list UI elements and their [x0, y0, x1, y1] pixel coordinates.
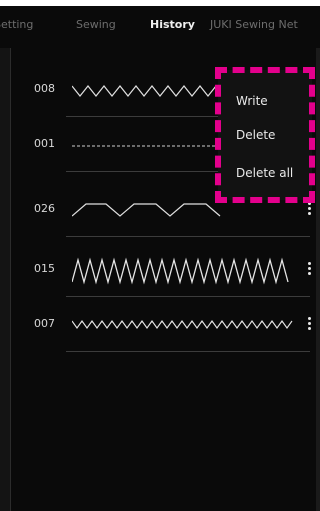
tab-history[interactable]: History: [150, 18, 195, 31]
history-row[interactable]: 015: [0, 250, 320, 297]
pattern-number: 026: [34, 202, 55, 215]
more-options-icon[interactable]: [306, 315, 312, 335]
pattern-number: 015: [34, 262, 55, 275]
menu-item-write[interactable]: Write: [236, 94, 268, 108]
dashed-line-icon: [72, 145, 222, 147]
row-divider: [66, 351, 310, 352]
pattern-number: 007: [34, 317, 55, 330]
menu-item-delete-all[interactable]: Delete all: [236, 166, 293, 180]
more-options-icon[interactable]: [306, 200, 312, 220]
tab-setting[interactable]: Setting: [0, 18, 33, 31]
history-row[interactable]: 007: [0, 305, 320, 352]
tab-juki-sewing-net[interactable]: JUKI Sewing Net: [210, 18, 298, 31]
tab-bar: Setting Sewing History JUKI Sewing Net: [0, 6, 320, 48]
row-divider: [66, 296, 310, 297]
fine-zigzag-icon: [72, 320, 293, 329]
menu-item-delete[interactable]: Delete: [236, 128, 275, 142]
satin-zigzag-icon: [72, 257, 289, 285]
row-divider: [66, 236, 310, 237]
context-menu: Write Delete Delete all: [215, 67, 315, 203]
tab-sewing[interactable]: Sewing: [76, 18, 116, 31]
pattern-number: 001: [34, 137, 55, 150]
pattern-number: 008: [34, 82, 55, 95]
zigzag-small-icon: [72, 85, 217, 97]
more-options-icon[interactable]: [306, 260, 312, 280]
blind-hem-icon: [72, 203, 221, 217]
